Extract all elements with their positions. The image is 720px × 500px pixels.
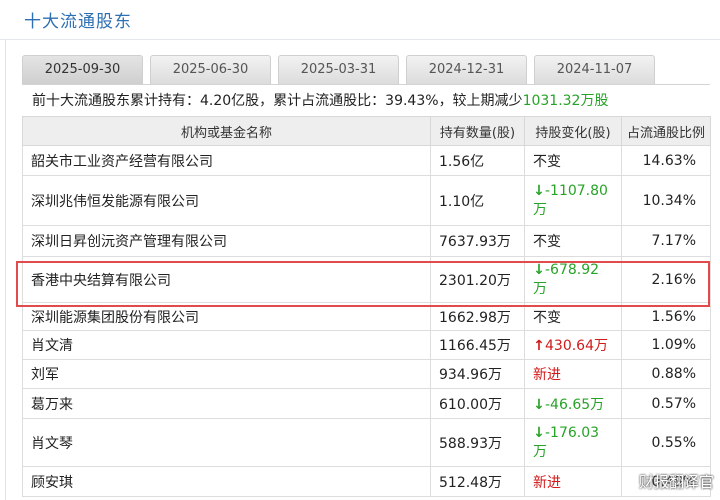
holder-name[interactable]: 肖文清 bbox=[22, 330, 431, 360]
down-arrow-icon: ↓ bbox=[533, 424, 545, 441]
holding-amount: 1.56亿 bbox=[430, 145, 525, 176]
summary-change-label: ，较上期减少 bbox=[438, 93, 523, 109]
holding-pct: 1.56% bbox=[621, 302, 711, 331]
holding-change-value: 不变 bbox=[533, 309, 561, 326]
header-change: 持股变化(股) bbox=[524, 116, 622, 146]
holding-change: ↑430.64万 bbox=[524, 330, 622, 360]
holding-pct: 0.57% bbox=[621, 388, 711, 419]
panel-title: 十大流通股东 bbox=[24, 12, 132, 32]
holding-pct: 14.63% bbox=[621, 145, 711, 176]
holding-amount: 1662.98万 bbox=[430, 302, 525, 331]
header-pct: 占流通股比例 bbox=[621, 116, 711, 146]
holdings-summary: 前十大流通股东累计持有：4.20亿股，累计占流通股比：39.43%，较上期减少1… bbox=[22, 84, 710, 116]
table-row: 肖文琴 588.93万 ↓-176.03万 0.55% bbox=[22, 418, 711, 467]
holding-change: 新进 bbox=[524, 466, 622, 497]
tab-2024-11-07[interactable]: 2024-11-07 bbox=[534, 55, 655, 84]
holding-amount: 512.48万 bbox=[430, 466, 525, 497]
holding-change: 不变 bbox=[524, 302, 622, 331]
holding-pct: 1.09% bbox=[621, 330, 711, 360]
summary-ratio: 39.43% bbox=[385, 93, 439, 109]
holding-pct: 2.16% bbox=[621, 256, 711, 303]
panel-header: 十大流通股东 bbox=[0, 0, 720, 40]
holding-amount: 934.96万 bbox=[430, 359, 525, 389]
holding-change-value: -1107.80万 bbox=[533, 182, 608, 218]
up-arrow-icon: ↑ bbox=[533, 338, 545, 354]
holding-amount: 610.00万 bbox=[430, 388, 525, 419]
table-row: 香港中央结算有限公司 2301.20万 ↓-678.92万 2.16% bbox=[22, 256, 711, 303]
holding-pct: 0.88% bbox=[621, 359, 711, 389]
holding-amount: 1166.45万 bbox=[430, 330, 525, 360]
holder-name[interactable]: 刘军 bbox=[22, 359, 431, 389]
holder-name[interactable]: 肖文琴 bbox=[22, 418, 431, 467]
left-border bbox=[5, 0, 6, 500]
holding-change-value: -46.65万 bbox=[545, 396, 605, 413]
table-header-row: 机构或基金名称 持有数量(股) 持股变化(股) 占流通股比例 bbox=[22, 116, 711, 146]
header-amount: 持有数量(股) bbox=[430, 116, 525, 146]
table-row: 深圳能源集团股份有限公司 1662.98万 不变 1.56% bbox=[22, 302, 711, 331]
holder-name[interactable]: 韶关市工业资产经营有限公司 bbox=[22, 145, 431, 176]
top-holders-table: 机构或基金名称 持有数量(股) 持股变化(股) 占流通股比例 韶关市工业资产经营… bbox=[22, 116, 711, 497]
holding-change-value: 不变 bbox=[533, 153, 561, 170]
tab-2025-06-30[interactable]: 2025-06-30 bbox=[150, 55, 271, 84]
holding-change: ↓-678.92万 bbox=[524, 256, 622, 303]
holding-change: ↓-46.65万 bbox=[524, 388, 622, 419]
holding-amount: 2301.20万 bbox=[430, 256, 525, 303]
holding-pct: 10.34% bbox=[621, 175, 711, 226]
holding-change: 不变 bbox=[524, 145, 622, 176]
holder-name[interactable]: 深圳日昇创沅资产管理有限公司 bbox=[22, 225, 431, 257]
holder-name[interactable]: 深圳能源集团股份有限公司 bbox=[22, 302, 431, 331]
summary-prefix: 前十大流通股东累计持有： bbox=[32, 93, 200, 109]
holder-name[interactable]: 葛万来 bbox=[22, 388, 431, 419]
holding-pct: 0.55% bbox=[621, 418, 711, 467]
holding-change-value: 新进 bbox=[533, 367, 561, 383]
table-row: 葛万来 610.00万 ↓-46.65万 0.57% bbox=[22, 388, 711, 419]
holding-change-value: 新进 bbox=[533, 474, 561, 491]
holding-amount: 1.10亿 bbox=[430, 175, 525, 226]
table-row: 深圳兆伟恒发能源有限公司 1.10亿 ↓-1107.80万 10.34% bbox=[22, 175, 711, 226]
holding-pct: 7.17% bbox=[621, 225, 711, 257]
down-arrow-icon: ↓ bbox=[533, 182, 545, 199]
down-arrow-icon: ↓ bbox=[533, 396, 545, 413]
down-arrow-icon: ↓ bbox=[533, 261, 545, 278]
holding-change: ↓-1107.80万 bbox=[524, 175, 622, 226]
holder-name[interactable]: 顾安琪 bbox=[22, 466, 431, 497]
summary-shares: 4.20亿股 bbox=[200, 93, 260, 109]
holding-change: ↓-176.03万 bbox=[524, 418, 622, 467]
table-row: 韶关市工业资产经营有限公司 1.56亿 不变 14.63% bbox=[22, 145, 711, 176]
holder-name[interactable]: 深圳兆伟恒发能源有限公司 bbox=[22, 175, 431, 226]
tab-2024-12-31[interactable]: 2024-12-31 bbox=[406, 55, 527, 84]
holding-change: 不变 bbox=[524, 225, 622, 257]
holder-name[interactable]: 香港中央结算有限公司 bbox=[22, 256, 431, 303]
tab-2025-03-31[interactable]: 2025-03-31 bbox=[278, 55, 399, 84]
holding-amount: 7637.93万 bbox=[430, 225, 525, 257]
table-row: 肖文清 1166.45万 ↑430.64万 1.09% bbox=[22, 330, 711, 360]
header-name: 机构或基金名称 bbox=[22, 116, 431, 146]
holding-change-value: 430.64万 bbox=[545, 338, 608, 354]
holding-amount: 588.93万 bbox=[430, 418, 525, 467]
tab-2025-09-30[interactable]: 2025-09-30 bbox=[22, 55, 143, 84]
summary-ratio-label: ，累计占流通股比： bbox=[259, 93, 386, 109]
table-row: 深圳日昇创沅资产管理有限公司 7637.93万 不变 7.17% bbox=[22, 225, 711, 257]
summary-change-value: 1031.32万股 bbox=[522, 93, 609, 109]
holding-change: 新进 bbox=[524, 359, 622, 389]
table-row: 顾安琪 512.48万 新进 0.48% bbox=[22, 466, 711, 497]
watermark: 财报翻译官 bbox=[638, 473, 714, 491]
holding-change-value: 不变 bbox=[533, 234, 561, 250]
table-row: 刘军 934.96万 新进 0.88% bbox=[22, 359, 711, 389]
